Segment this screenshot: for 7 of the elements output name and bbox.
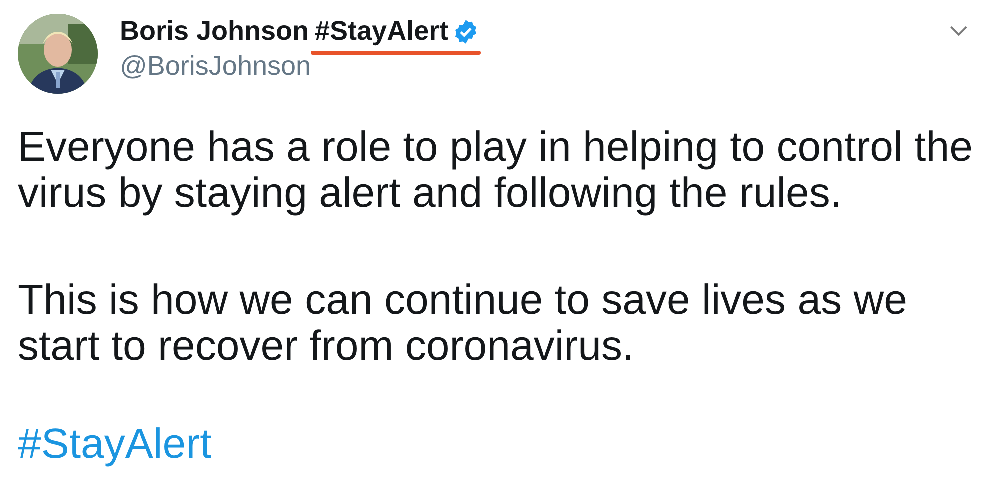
author-name[interactable]: Boris Johnson: [120, 16, 310, 47]
hashtag-link[interactable]: #StayAlert: [18, 421, 212, 467]
tweet-text: Everyone has a role to play in helping to control the virus by staying alert and following the rules.: [18, 124, 974, 216]
caret-icon[interactable]: [950, 26, 968, 37]
author-handle[interactable]: @BorisJohnson: [120, 51, 479, 82]
name-hashtag: #StayAlert: [315, 16, 449, 47]
tweet-text: This is how we can continue to save lives as we start to recover from coronavirus.: [18, 277, 908, 369]
